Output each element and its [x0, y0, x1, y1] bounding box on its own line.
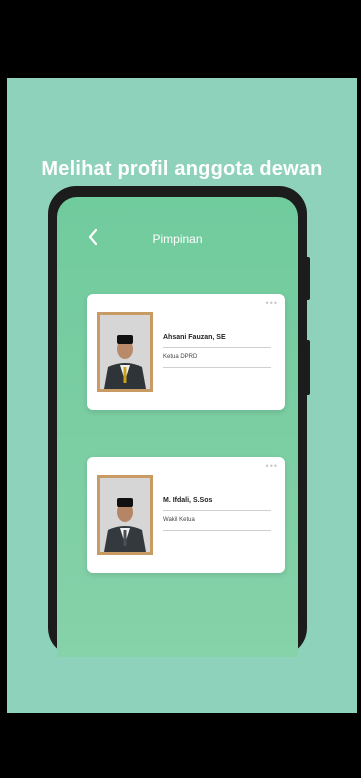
member-role: Wakil Ketua [163, 517, 195, 523]
member-name: M. Ifdali, S.Sos [163, 497, 213, 504]
app-screen: Pimpinan ••• Ahsani Fauzan, SE Ketua DPR… [57, 197, 298, 657]
member-name: Ahsani Fauzan, SE [163, 334, 226, 341]
member-role: Ketua DPRD [163, 354, 198, 360]
phone-mockup: Pimpinan ••• Ahsani Fauzan, SE Ketua DPR… [48, 186, 307, 657]
page-title: Pimpinan [152, 232, 203, 246]
phone-side-button [305, 340, 310, 395]
member-photo [97, 475, 153, 555]
promo-headline: Melihat profil anggota dewan [41, 158, 323, 180]
more-dots-icon[interactable]: ••• [266, 298, 278, 308]
member-photo [97, 312, 153, 392]
member-card[interactable]: ••• Ahsani Fauzan, SE Ketua DPRD [87, 294, 285, 410]
bottom-letterbox [0, 713, 361, 778]
member-card[interactable]: ••• M. Ifdali, S.Sos Wakil Ketua [87, 457, 285, 573]
divider [163, 347, 271, 348]
divider [163, 367, 271, 368]
more-dots-icon[interactable]: ••• [266, 461, 278, 471]
divider [163, 530, 271, 531]
phone-side-button [305, 257, 310, 300]
top-letterbox [0, 0, 361, 78]
divider [163, 510, 271, 511]
